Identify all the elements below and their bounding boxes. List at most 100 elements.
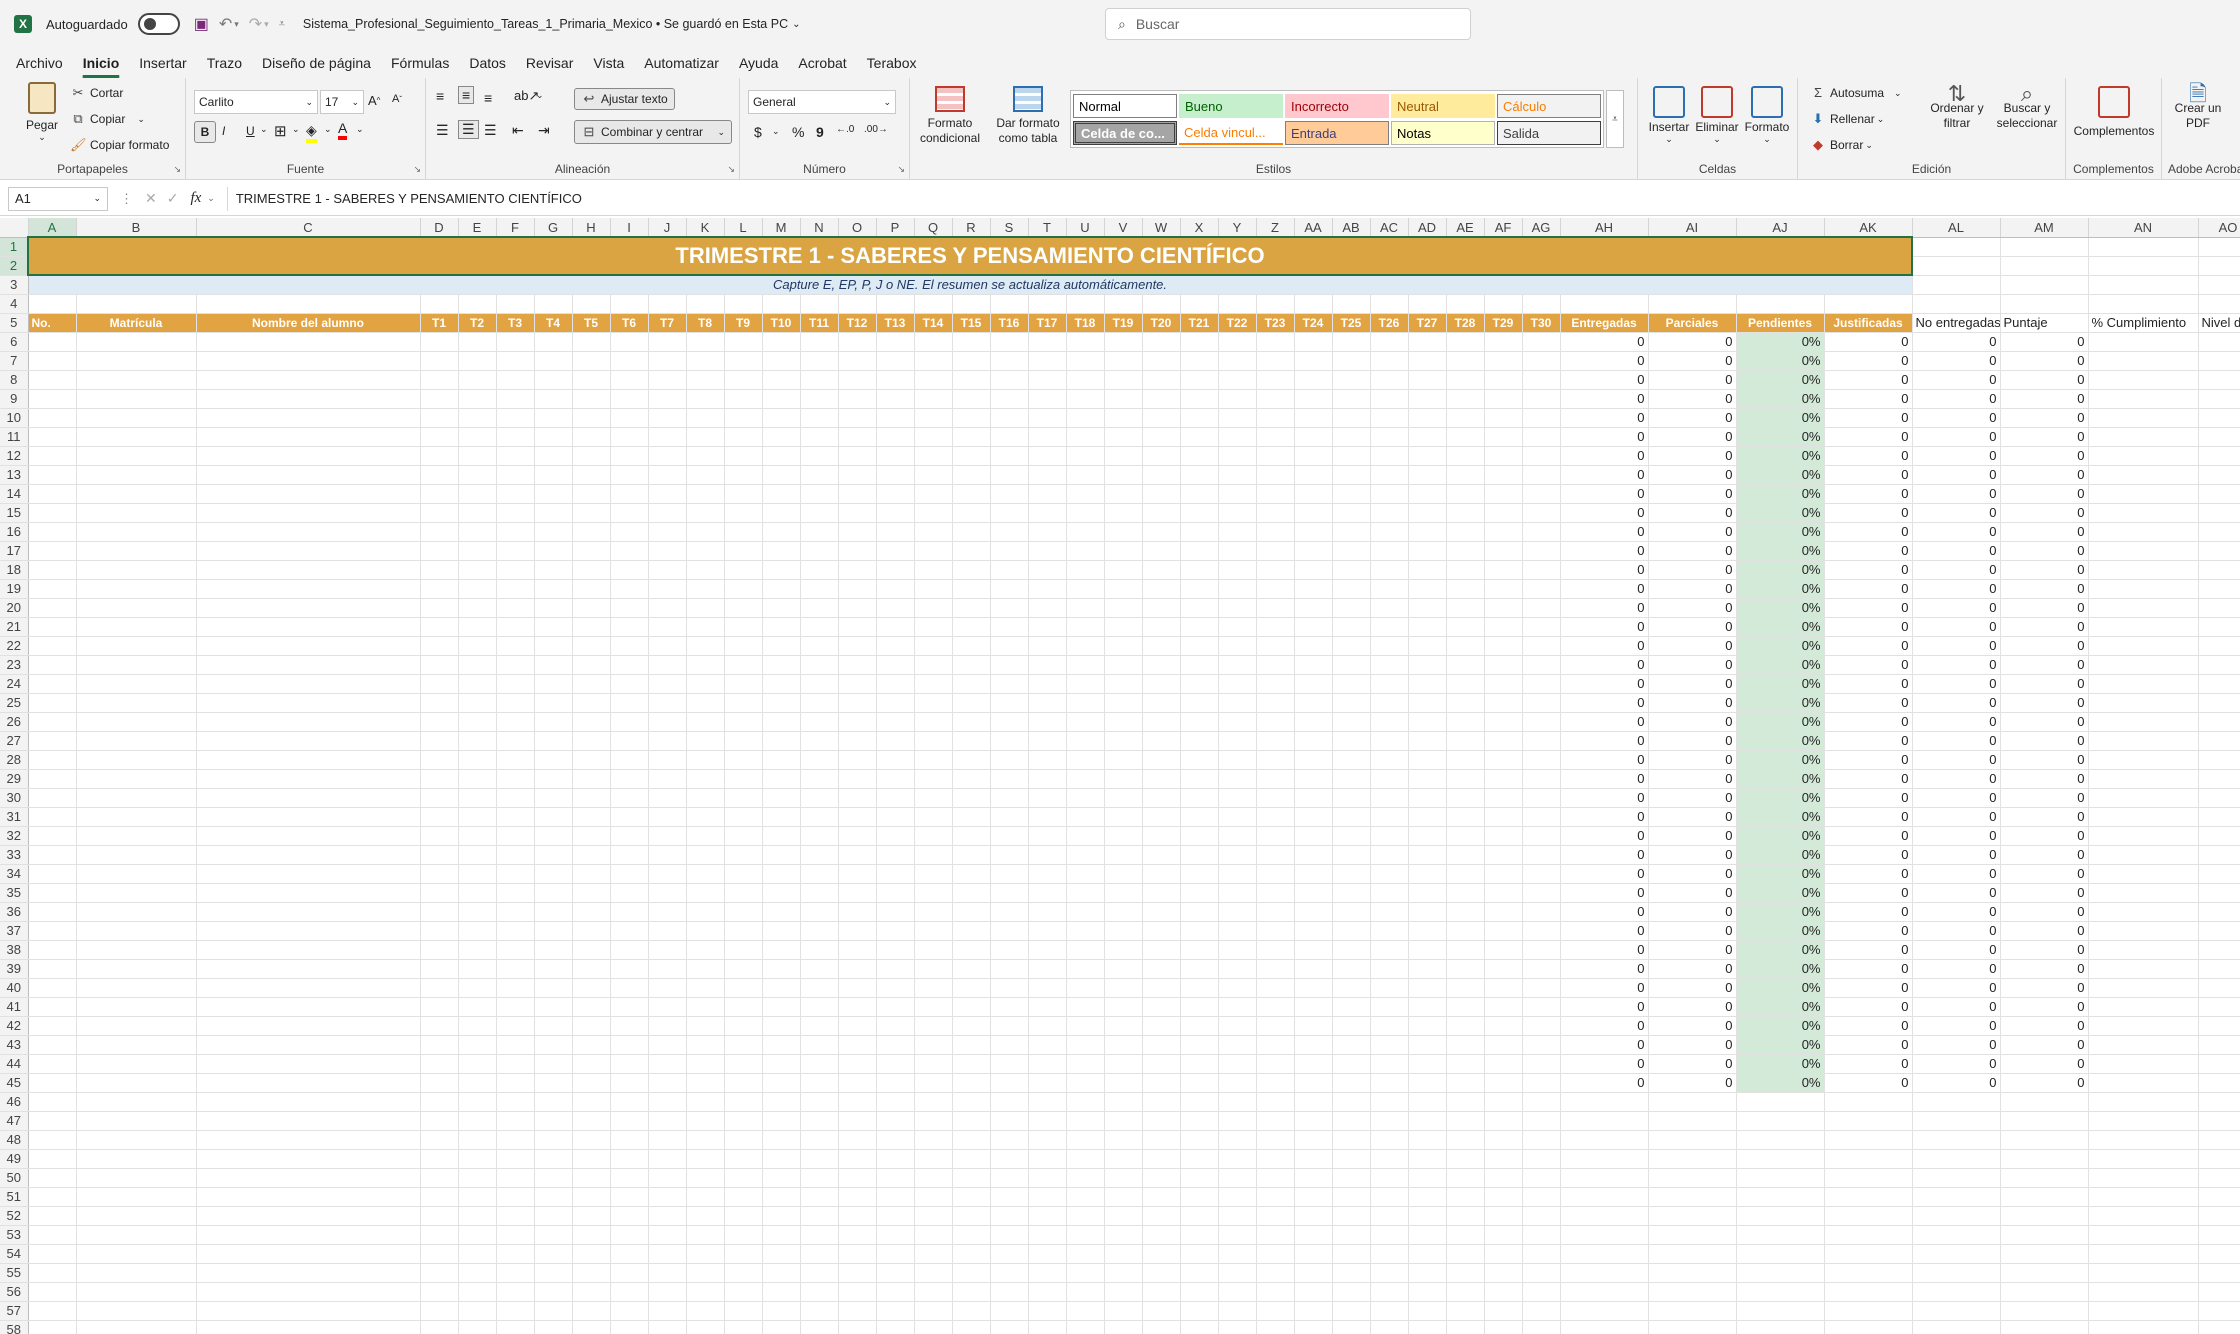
cell[interactable] [1522, 978, 1561, 998]
header-t7[interactable]: T7 [648, 313, 687, 333]
cell[interactable] [572, 845, 611, 865]
cell[interactable] [76, 1263, 197, 1283]
cell[interactable] [952, 1320, 991, 1334]
no-entregadas-cell[interactable]: 0 [1912, 1054, 2001, 1074]
cell[interactable] [496, 484, 535, 504]
cell[interactable] [572, 1206, 611, 1226]
cell[interactable] [1294, 427, 1333, 447]
cell[interactable] [1218, 484, 1257, 504]
cell[interactable] [610, 978, 649, 998]
cell[interactable] [2000, 256, 2089, 276]
cell[interactable] [1408, 1073, 1447, 1093]
cell[interactable] [686, 750, 725, 770]
cell[interactable] [1218, 370, 1257, 390]
cell[interactable] [1256, 1263, 1295, 1283]
cell[interactable] [648, 731, 687, 751]
cell[interactable] [1408, 522, 1447, 542]
cell[interactable] [1370, 351, 1409, 371]
align-right-icon[interactable]: ☰ [484, 122, 497, 139]
sheet-title[interactable]: TRIMESTRE 1 - SABERES Y PENSAMIENTO CIEN… [27, 236, 1913, 276]
cell[interactable] [1332, 902, 1371, 922]
cell[interactable] [1824, 294, 1913, 314]
cell[interactable] [420, 1149, 459, 1169]
header-t19[interactable]: T19 [1104, 313, 1143, 333]
cell[interactable] [1218, 997, 1257, 1017]
cell[interactable] [1408, 940, 1447, 960]
column-header-aj[interactable]: AJ [1736, 218, 1825, 238]
cell[interactable] [838, 788, 877, 808]
cell[interactable] [952, 978, 991, 998]
cell[interactable] [1028, 788, 1067, 808]
no-entregadas-cell[interactable]: 0 [1912, 484, 2001, 504]
parciales-cell[interactable]: 0 [1648, 560, 1737, 580]
puntaje-cell[interactable]: 0 [2000, 978, 2089, 998]
cell[interactable] [762, 693, 801, 713]
worksheet-grid[interactable]: A B C D E F G H I J K L M N O P Q R S T U V W X Y Z AA AB AC AD AE AF AG… [0, 218, 2240, 1334]
cell[interactable] [28, 617, 77, 637]
cell[interactable] [458, 541, 497, 561]
column-header-ah[interactable]: AH [1560, 218, 1649, 238]
cell[interactable] [648, 332, 687, 352]
cell[interactable] [1446, 332, 1485, 352]
cell[interactable] [876, 351, 915, 371]
cell[interactable] [2198, 788, 2240, 808]
cell[interactable] [800, 370, 839, 390]
cell[interactable] [28, 750, 77, 770]
cell[interactable] [1408, 1263, 1447, 1283]
cell[interactable] [686, 997, 725, 1017]
puntaje-cell[interactable]: 0 [2000, 370, 2089, 390]
entregadas-cell[interactable]: 0 [1560, 731, 1649, 751]
cell[interactable] [1736, 1111, 1825, 1131]
cell[interactable] [610, 1168, 649, 1188]
cell[interactable] [420, 294, 459, 314]
cell[interactable] [800, 902, 839, 922]
cell[interactable] [1294, 332, 1333, 352]
cell[interactable] [952, 807, 991, 827]
cell[interactable] [1066, 636, 1105, 656]
cell[interactable] [420, 446, 459, 466]
cell[interactable] [952, 864, 991, 884]
cell[interactable] [28, 1282, 77, 1302]
header-t5[interactable]: T5 [572, 313, 611, 333]
cell[interactable] [28, 1111, 77, 1131]
entregadas-cell[interactable]: 0 [1560, 408, 1649, 428]
cell[interactable] [1408, 769, 1447, 789]
cell[interactable] [496, 1016, 535, 1036]
cell[interactable] [1294, 940, 1333, 960]
cell[interactable] [1142, 1016, 1181, 1036]
cell[interactable] [1408, 1206, 1447, 1226]
tab-vista[interactable]: Vista [583, 48, 634, 78]
justificadas-cell[interactable]: 0 [1824, 332, 1913, 352]
cell[interactable] [1294, 921, 1333, 941]
cell[interactable] [496, 1073, 535, 1093]
cell[interactable] [196, 484, 421, 504]
cell[interactable] [1370, 769, 1409, 789]
cell[interactable] [914, 541, 953, 561]
cell[interactable] [2198, 864, 2240, 884]
cell[interactable] [876, 1282, 915, 1302]
cell[interactable] [1446, 1282, 1485, 1302]
cell[interactable] [458, 351, 497, 371]
cell[interactable] [990, 408, 1029, 428]
cell[interactable] [534, 674, 573, 694]
cell[interactable] [952, 427, 991, 447]
cell[interactable] [1142, 1282, 1181, 1302]
pendientes-cell[interactable]: 0% [1736, 712, 1825, 732]
cell[interactable] [420, 693, 459, 713]
no-entregadas-cell[interactable]: 0 [1912, 541, 2001, 561]
cell[interactable] [876, 750, 915, 770]
cell[interactable] [648, 1130, 687, 1150]
cell[interactable] [572, 1130, 611, 1150]
row-header-14[interactable]: 14 [0, 484, 29, 504]
cell[interactable] [420, 1206, 459, 1226]
cell[interactable] [2088, 1206, 2199, 1226]
cell[interactable] [458, 940, 497, 960]
entregadas-cell[interactable]: 0 [1560, 370, 1649, 390]
cell[interactable] [1484, 1016, 1523, 1036]
cell[interactable] [1028, 617, 1067, 637]
cell[interactable] [1912, 1168, 2001, 1188]
cell[interactable] [914, 484, 953, 504]
justificadas-cell[interactable]: 0 [1824, 541, 1913, 561]
cell[interactable] [420, 731, 459, 751]
cell[interactable] [1912, 1111, 2001, 1131]
